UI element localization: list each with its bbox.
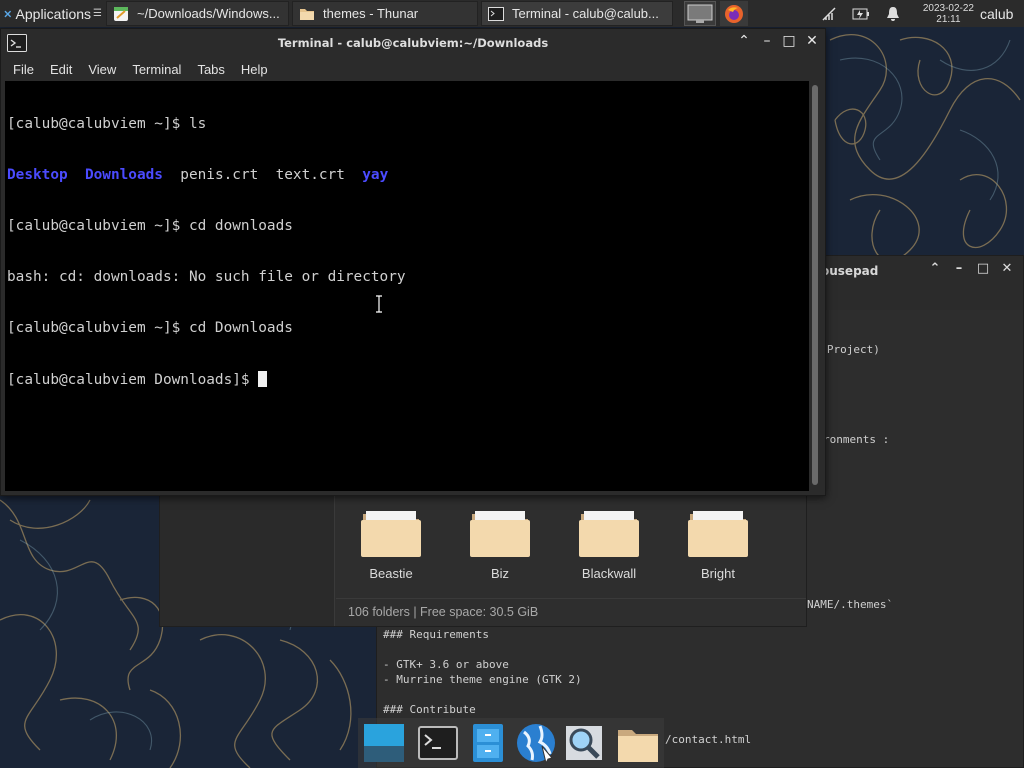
clock-time: 21:11 [936,13,961,25]
folder-name: Beastie [369,566,413,581]
firefox-icon [725,4,743,23]
folder-icon [618,730,658,762]
scrollbar-thumb[interactable] [812,85,818,485]
folder-icon [578,508,640,558]
firefox-launcher[interactable] [720,1,748,26]
task-button-thunar[interactable]: themes - Thunar [292,1,478,26]
terminal-icon [488,6,504,21]
show-desktop-button[interactable] [362,722,406,764]
folder-item[interactable]: Beastie [351,508,431,581]
bottom-dock [358,718,664,768]
applications-label: Applications [15,5,92,22]
terminal-prompt: [calub@calubviem Downloads]$ [7,372,259,388]
thunar-file-view[interactable]: Beastie Biz Blackwall Bright [336,486,806,598]
terminal-line: [calub@calubviem ~]$ cd Downloads [7,320,293,336]
folder-item[interactable]: Biz [460,508,540,581]
dock-folder-launcher[interactable] [616,722,660,764]
mousepad-text-line: - GTK+ 3.6 or above [383,658,509,671]
task-label: ~/Downloads/Windows... [137,6,280,21]
terminal-output-area[interactable]: [calub@calubviem ~]$ ls Desktop Download… [5,81,809,491]
battery-charging-icon[interactable] [852,5,870,23]
network-disconnected-icon[interactable] [820,5,838,23]
mousepad-maximize-button[interactable]: □ [971,261,995,276]
folder-name: Biz [490,566,510,581]
terminal-line: [calub@calubviem ~]$ cd downloads [7,218,293,234]
menu-tabs[interactable]: Tabs [189,62,232,77]
directory-entry: Downloads [84,167,163,183]
mousepad-text-line: ### Requirements [383,628,489,641]
magnifier-icon [566,726,602,760]
task-label: Terminal - calub@calub... [512,6,659,21]
thunar-window[interactable]: Beastie Biz Blackwall Bright 106 folders… [159,485,807,627]
terminal-titlebar[interactable]: Terminal - calub@calubviem:~/Downloads ⌃… [1,29,825,57]
folder-icon [360,508,422,558]
folder-icon [469,508,531,558]
minimize-button[interactable]: – [758,33,776,49]
terminal-window[interactable]: Terminal - calub@calubviem:~/Downloads ⌃… [0,28,826,496]
thunar-statusbar: 106 folders | Free space: 30.5 GiB [336,598,806,626]
workspace-switcher[interactable] [684,1,716,26]
text-editor-icon [114,6,128,21]
mousepad-text-line: ### Contribute [383,703,476,716]
xfce-logo-icon [4,10,12,17]
folder-name: Blackwall [581,566,637,581]
menu-file[interactable]: File [5,62,42,77]
task-button-terminal[interactable]: Terminal - calub@calub... [481,1,673,26]
folder-icon [687,508,749,558]
top-panel: Applications ☰ ~/Downloads/Windows... th… [0,0,1024,27]
user-menu[interactable]: calub [980,6,1024,22]
mousepad-close-button[interactable]: ✕ [995,261,1019,276]
text-cursor [258,371,268,387]
dock-terminal-launcher[interactable] [416,722,460,764]
dock-search-launcher[interactable] [562,722,606,764]
file-cabinet-icon [473,724,503,762]
terminal-menubar: File Edit View Terminal Tabs Help [1,57,825,81]
folder-item[interactable]: Blackwall [569,508,649,581]
ibeam-cursor-icon [376,295,382,313]
terminal-line: [calub@calubviem ~]$ ls [7,116,207,132]
applications-menu-button[interactable]: Applications ☰ [0,0,106,27]
thunar-sidebar[interactable] [160,486,335,626]
notification-bell-icon[interactable] [884,5,902,23]
terminal-icon [418,726,458,760]
task-button-mousepad[interactable]: ~/Downloads/Windows... [106,1,289,26]
terminal-title: Terminal - calub@calubviem:~/Downloads [277,36,549,50]
terminal-scrollbar[interactable] [811,83,819,489]
folder-icon [300,8,314,20]
clock[interactable]: 2023-02-22 21:11 [923,3,974,25]
mousepad-text-fragment: /contact.html [665,733,752,746]
folder-name: Bright [701,566,735,581]
dock-file-manager-launcher[interactable] [466,722,510,764]
menu-terminal[interactable]: Terminal [124,62,189,77]
file-entries: penis.crt text.crt [180,167,345,183]
close-button[interactable]: ✕ [803,33,821,49]
terminal-line: bash: cd: downloads: No such file or dir… [7,269,406,285]
terminal-prompt-line[interactable]: [calub@calubviem Downloads]$ [7,371,406,389]
menu-edit[interactable]: Edit [42,62,80,77]
dock-web-browser-launcher[interactable] [514,722,558,765]
clock-date: 2023-02-22 [922,2,974,14]
task-label: themes - Thunar [323,6,419,21]
menu-view[interactable]: View [80,62,124,77]
monitor-icon [687,4,713,23]
menu-help[interactable]: Help [233,62,276,77]
directory-entry: Desktop [7,167,68,183]
shade-button[interactable]: ⌃ [735,33,753,49]
mousepad-text-fragment: NAME/.themes` [807,598,894,611]
maximize-button[interactable]: □ [780,33,798,49]
directory-entry: yay [362,167,389,183]
mousepad-shade-button[interactable]: ⌃ [923,261,947,276]
terminal-line: Desktop Downloads penis.crt text.crt yay [7,167,406,184]
mousepad-text-line: - Murrine theme engine (GTK 2) [383,673,582,686]
menu-indicator-icon: ☰ [93,8,102,19]
globe-icon [517,724,555,765]
mousepad-title: ousepad [821,264,879,278]
folder-item[interactable]: Bright [678,508,758,581]
mousepad-minimize-button[interactable]: – [947,261,971,276]
show-desktop-icon [364,724,404,762]
mousepad-text-fragment: ronments : [823,433,890,446]
system-tray: 2023-02-22 21:11 calub [813,0,1024,27]
